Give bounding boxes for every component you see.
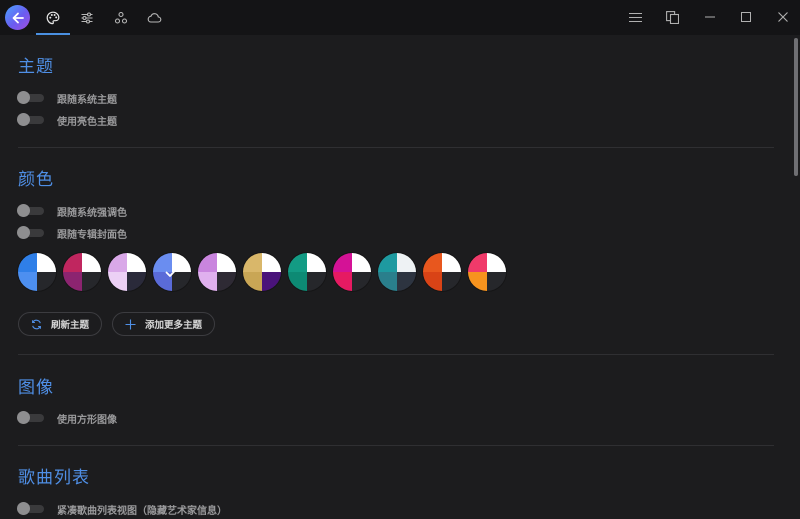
follow-system-theme-toggle[interactable]: [17, 91, 44, 104]
color-swatch-orchid[interactable]: [198, 253, 236, 291]
refresh-theme-button[interactable]: 刷新主题: [18, 312, 103, 336]
section-title-theme: 主题: [18, 57, 54, 77]
section-title-color: 颜色: [18, 170, 54, 190]
mini-player-button[interactable]: [659, 4, 685, 30]
toggle-row-light-theme[interactable]: 使用亮色主题: [17, 112, 117, 128]
section-divider: [18, 147, 774, 148]
cloud-icon: [147, 12, 161, 23]
toggle-label: 跟随专辑封面色: [57, 229, 127, 241]
check-icon: [153, 253, 191, 291]
tab-theme[interactable]: [36, 0, 70, 35]
menu-icon: [628, 12, 642, 22]
section-title-image: 图像: [18, 378, 54, 398]
refresh-icon: [32, 319, 41, 329]
color-swatch-blue[interactable]: [18, 253, 56, 291]
scrollbar-thumb[interactable]: [794, 38, 798, 176]
color-swatch-orange[interactable]: [423, 253, 461, 291]
arrow-left-icon: [12, 12, 24, 23]
nodes-icon: [114, 11, 128, 24]
color-swatch-sunset[interactable]: [468, 253, 506, 291]
color-swatch-periwinkle[interactable]: [153, 253, 191, 291]
minimize-icon: [705, 16, 715, 18]
minimize-button[interactable]: [697, 4, 723, 30]
toggle-row-system-accent[interactable]: 跟随系统强调色: [17, 203, 127, 219]
add-more-themes-label: 添加更多主题: [145, 320, 203, 331]
add-more-themes-button[interactable]: 添加更多主题: [112, 312, 216, 336]
refresh-theme-label: 刷新主题: [51, 320, 90, 331]
tab-settings[interactable]: [70, 0, 104, 35]
color-swatch-lavender[interactable]: [108, 253, 146, 291]
toggle-label: 跟随系统强调色: [57, 207, 127, 219]
maximize-icon: [741, 12, 751, 22]
tab-cloud[interactable]: [137, 0, 171, 35]
color-swatch-slate-teal[interactable]: [378, 253, 416, 291]
toggle-label: 紧凑歌曲列表视图（隐藏艺术家信息）: [57, 505, 227, 517]
system-accent-toggle[interactable]: [17, 204, 44, 217]
square-image-toggle[interactable]: [17, 411, 44, 424]
color-swatch-gold[interactable]: [243, 253, 281, 291]
section-title-song-list: 歌曲列表: [18, 468, 90, 488]
mini-player-icon: [665, 10, 679, 24]
album-color-toggle[interactable]: [17, 226, 44, 239]
tab-plugins[interactable]: [104, 0, 138, 35]
toggle-row-album-color[interactable]: 跟随专辑封面色: [17, 225, 127, 241]
color-swatch-crimson[interactable]: [63, 253, 101, 291]
section-divider: [18, 445, 774, 446]
maximize-button[interactable]: [733, 4, 759, 30]
sliders-icon: [81, 11, 93, 24]
toggle-label: 使用方形图像: [57, 414, 117, 426]
toggle-row-compact-list[interactable]: 紧凑歌曲列表视图（隐藏艺术家信息）: [17, 501, 227, 517]
toggle-label: 跟随系统主题: [57, 94, 117, 106]
toggle-label: 使用亮色主题: [57, 116, 117, 128]
toggle-row-follow-system-theme[interactable]: 跟随系统主题: [17, 90, 117, 106]
compact-list-toggle[interactable]: [17, 502, 44, 515]
close-button[interactable]: [770, 4, 796, 30]
color-swatch-teal[interactable]: [288, 253, 326, 291]
close-icon: [778, 12, 788, 22]
palette-icon: [46, 11, 60, 24]
title-bar: [0, 0, 800, 35]
plus-icon: [125, 319, 136, 329]
color-swatch-magenta[interactable]: [333, 253, 371, 291]
back-button[interactable]: [5, 5, 30, 30]
section-divider: [18, 354, 774, 355]
light-theme-toggle[interactable]: [17, 113, 44, 126]
toggle-row-square-image[interactable]: 使用方形图像: [17, 410, 117, 426]
menu-button[interactable]: [622, 4, 648, 30]
